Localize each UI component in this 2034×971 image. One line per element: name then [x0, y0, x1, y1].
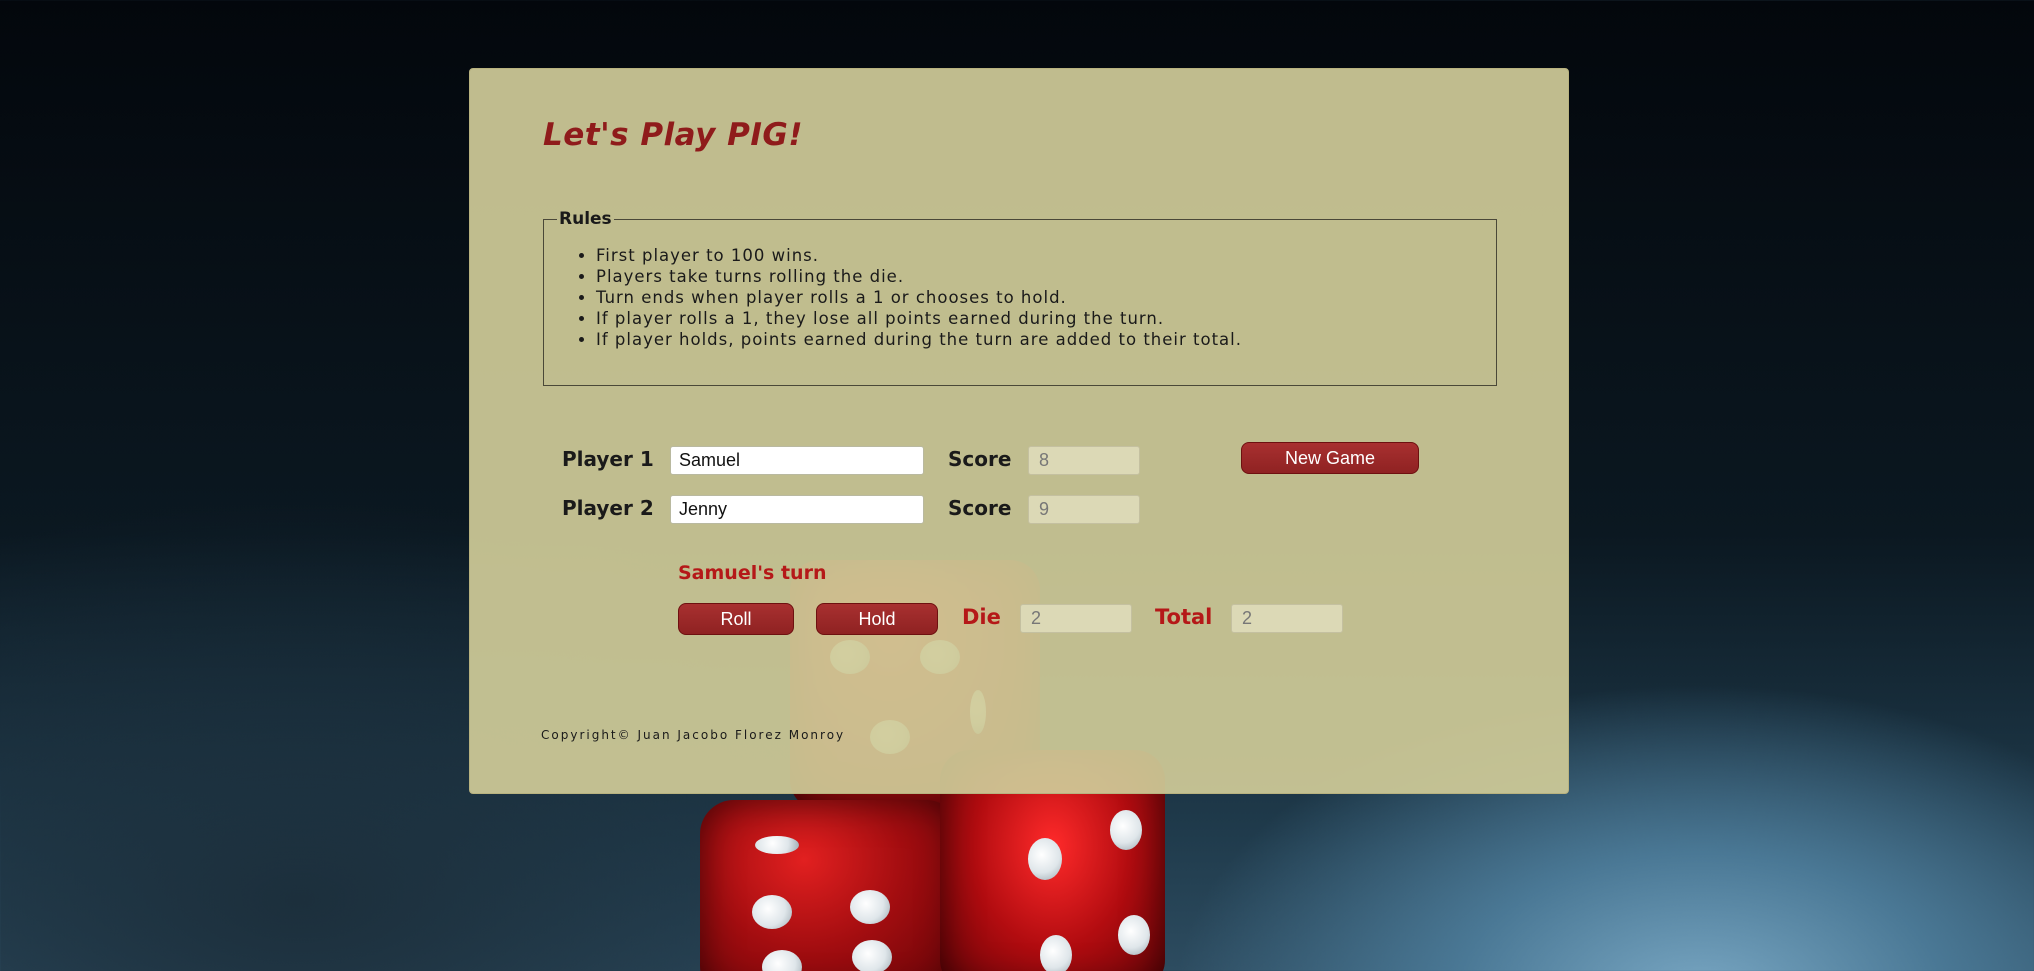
- hold-button[interactable]: Hold: [816, 603, 938, 635]
- player1-score-label: Score: [948, 447, 1012, 471]
- player1-label: Player 1: [562, 447, 654, 471]
- die-label: Die: [962, 605, 1001, 629]
- player2-score-label: Score: [948, 496, 1012, 520]
- player2-label: Player 2: [562, 496, 654, 520]
- player1-name-input[interactable]: [670, 446, 924, 475]
- rules-list: First player to 100 wins. Players take t…: [544, 245, 1496, 350]
- die-value-field: [1020, 604, 1132, 633]
- rule-item: If player rolls a 1, they lose all point…: [596, 308, 1496, 329]
- player2-score-field: [1028, 495, 1140, 524]
- rules-legend: Rules: [559, 209, 612, 229]
- new-game-button[interactable]: New Game: [1241, 442, 1419, 474]
- rule-item: Turn ends when player rolls a 1 or choos…: [596, 287, 1496, 308]
- copyright-text: Copyright© Juan Jacobo Florez Monroy: [541, 728, 846, 742]
- player1-score-field: [1028, 446, 1140, 475]
- rules-fieldset: Rules First player to 100 wins. Players …: [543, 209, 1497, 386]
- page-title: Let's Play PIG!: [543, 117, 803, 153]
- rule-item: If player holds, points earned during th…: [596, 329, 1496, 350]
- player2-name-input[interactable]: [670, 495, 924, 524]
- total-label: Total: [1155, 605, 1213, 629]
- game-panel: Let's Play PIG! Rules First player to 10…: [469, 68, 1569, 794]
- rule-item: Players take turns rolling the die.: [596, 266, 1496, 287]
- rule-item: First player to 100 wins.: [596, 245, 1496, 266]
- total-value-field: [1231, 604, 1343, 633]
- current-turn-text: Samuel's turn: [678, 562, 827, 584]
- die-front-left: [700, 800, 960, 971]
- roll-button[interactable]: Roll: [678, 603, 794, 635]
